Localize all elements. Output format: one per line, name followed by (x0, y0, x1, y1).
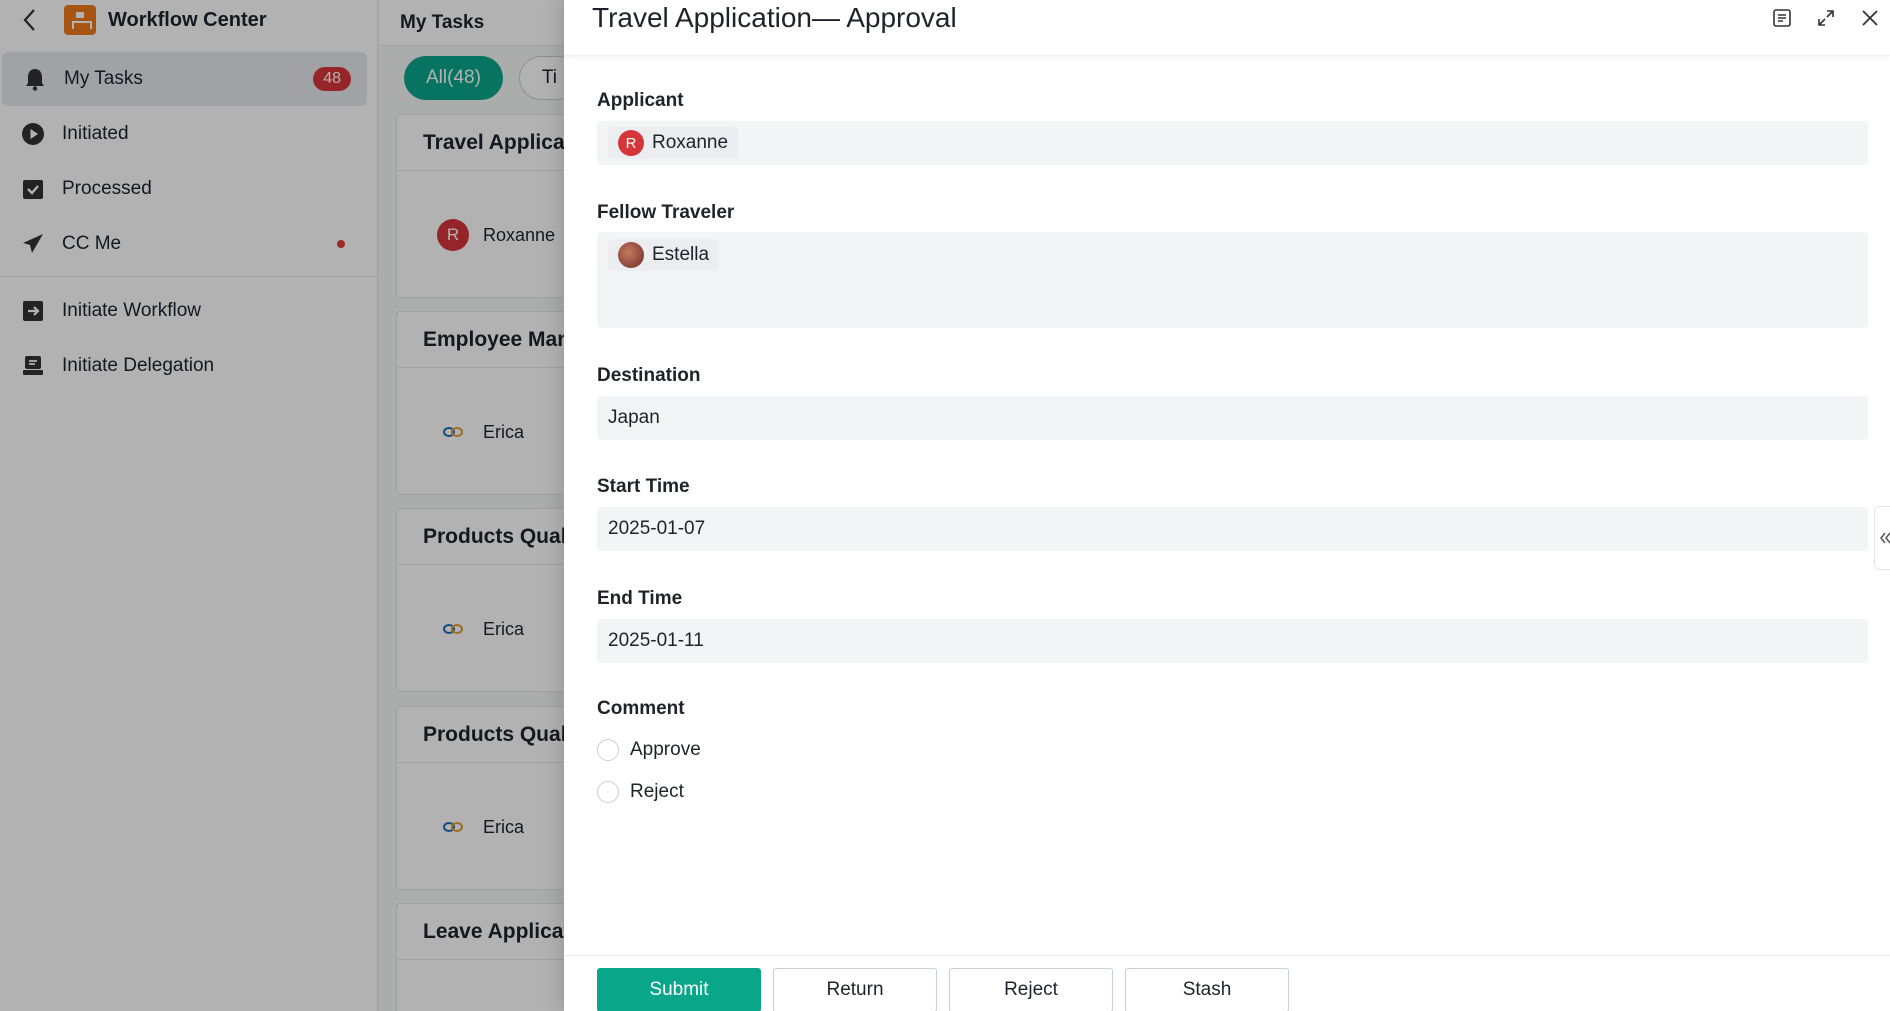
fellow-traveler-name: Estella (652, 244, 710, 265)
close-icon[interactable] (1858, 6, 1882, 30)
end-time-field[interactable]: 2025-01-11 (597, 619, 1868, 663)
collapse-panel-handle[interactable] (1874, 506, 1890, 570)
return-button[interactable]: Return (773, 968, 937, 1011)
applicant-field[interactable]: R Roxanne (597, 121, 1868, 165)
reject-button[interactable]: Reject (949, 968, 1113, 1011)
double-chevron-left-icon (1879, 532, 1890, 544)
destination-field[interactable]: Japan (597, 396, 1868, 440)
fellow-traveler-label: Fellow Traveler (597, 202, 735, 223)
applicant-name: Roxanne (652, 132, 729, 153)
applicant-label: Applicant (597, 90, 684, 111)
drawer-title: Travel Application— Approval (592, 2, 957, 33)
expand-icon[interactable] (1814, 6, 1838, 30)
fellow-traveler-field[interactable]: Estella (597, 232, 1868, 328)
submit-button[interactable]: Submit (597, 968, 761, 1011)
start-time-field[interactable]: 2025-01-07 (597, 507, 1868, 551)
reject-radio-option[interactable]: Reject (597, 781, 684, 803)
comment-label: Comment (597, 698, 685, 719)
approve-radio-option[interactable]: Approve (597, 739, 701, 761)
reject-radio[interactable] (597, 781, 619, 803)
avatar: R (618, 130, 644, 156)
avatar (618, 242, 644, 268)
applicant-chip: R Roxanne (608, 127, 739, 159)
drawer-header: Travel Application— Approval (564, 0, 1890, 56)
stash-button[interactable]: Stash (1125, 968, 1289, 1011)
start-time-label: Start Time (597, 476, 690, 497)
destination-label: Destination (597, 365, 701, 386)
drawer-footer: Submit Return Reject Stash (564, 955, 1890, 1011)
approve-radio-label: Approve (630, 739, 701, 760)
approve-radio[interactable] (597, 739, 619, 761)
reject-radio-label: Reject (630, 781, 684, 802)
document-icon[interactable] (1770, 6, 1794, 30)
end-time-label: End Time (597, 588, 683, 609)
fellow-traveler-chip: Estella (608, 239, 720, 271)
approval-drawer: Travel Application— Approval Applicant R… (564, 0, 1890, 1011)
